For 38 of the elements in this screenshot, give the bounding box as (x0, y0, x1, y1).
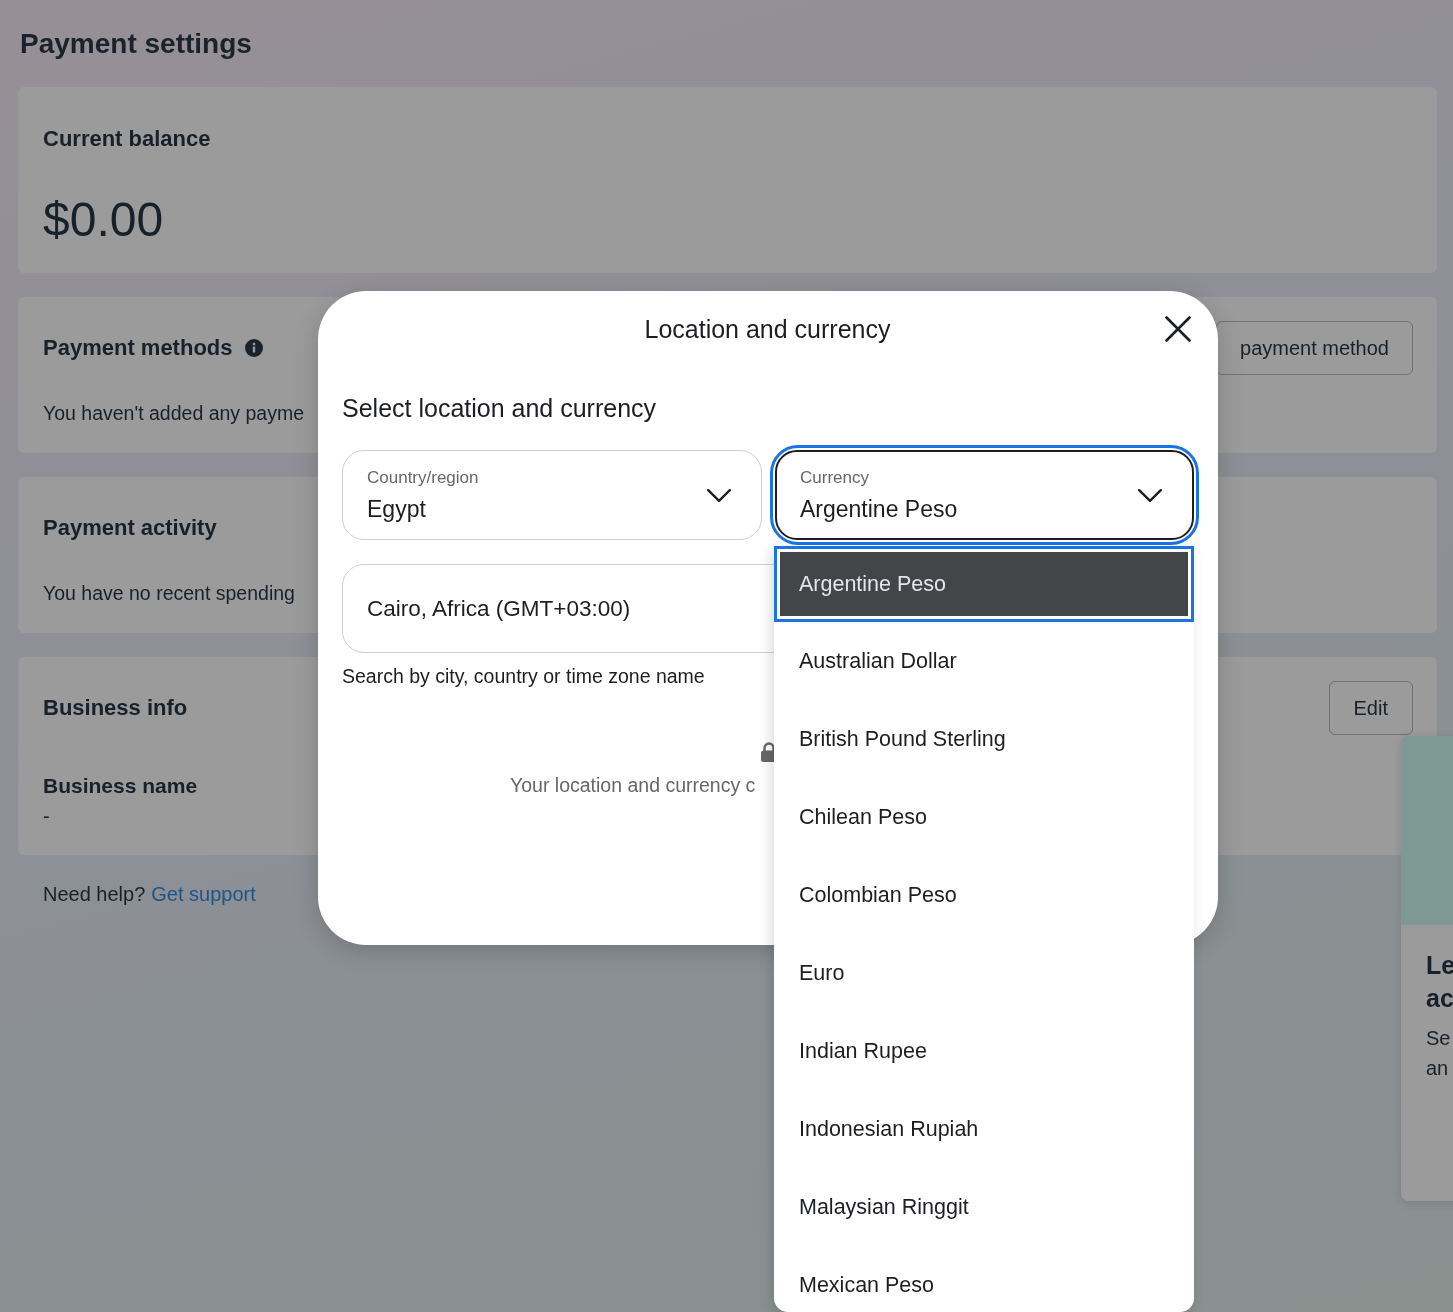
dialog-subtitle: Select location and currency (342, 393, 657, 424)
card-title: Business info (43, 694, 188, 722)
select-label: Country/region (367, 467, 479, 488)
field-label: Business name (43, 773, 198, 799)
empty-state-text: You have no recent spending (43, 581, 295, 606)
close-icon[interactable] (1165, 316, 1191, 342)
balance-amount: $0.00 (43, 192, 164, 248)
empty-state-text: You haven't added any payme (43, 401, 305, 426)
card-text: an (1426, 1056, 1449, 1081)
card-heading: ac (1426, 983, 1453, 1014)
dialog-title: Location and currency (644, 314, 891, 344)
info-icon[interactable] (244, 339, 263, 357)
card-title: Current balance (43, 125, 211, 153)
page-title: Payment settings (19, 27, 252, 61)
chevron-down-icon (1138, 488, 1162, 502)
helper-text: Search by city, country or time zone name (342, 664, 705, 688)
chevron-down-icon (707, 488, 731, 502)
payment-method-button[interactable]: payment method (1216, 321, 1413, 375)
card-title: Payment activity (43, 514, 217, 542)
dropdown-option[interactable]: Indian Rupee (774, 1012, 1194, 1090)
select-value: Argentine Peso (800, 494, 958, 523)
edit-button[interactable]: Edit (1328, 681, 1413, 735)
card-title: Payment methods (43, 334, 233, 362)
dropdown-option[interactable]: British Pound Sterling (774, 700, 1194, 778)
dropdown-option[interactable]: Argentine Peso (774, 546, 1194, 622)
select-value: Egypt (367, 494, 426, 523)
dropdown-option[interactable]: Euro (774, 934, 1194, 1012)
dropdown-option[interactable]: Chilean Peso (774, 778, 1194, 856)
dropdown-option[interactable]: Malaysian Ringgit (774, 1168, 1194, 1246)
field-value: - (43, 804, 50, 828)
select-label: Currency (800, 467, 869, 488)
notice-text: Your location and currency c (510, 773, 756, 797)
dropdown-option[interactable]: Colombian Peso (774, 856, 1194, 934)
card-text: Se (1426, 1026, 1451, 1051)
dropdown-option[interactable]: Indonesian Rupiah (774, 1090, 1194, 1168)
help-text: Need help? (43, 882, 146, 907)
dropdown-option[interactable]: Mexican Peso (774, 1246, 1194, 1312)
country-select[interactable]: Country/region Egypt (342, 450, 762, 540)
